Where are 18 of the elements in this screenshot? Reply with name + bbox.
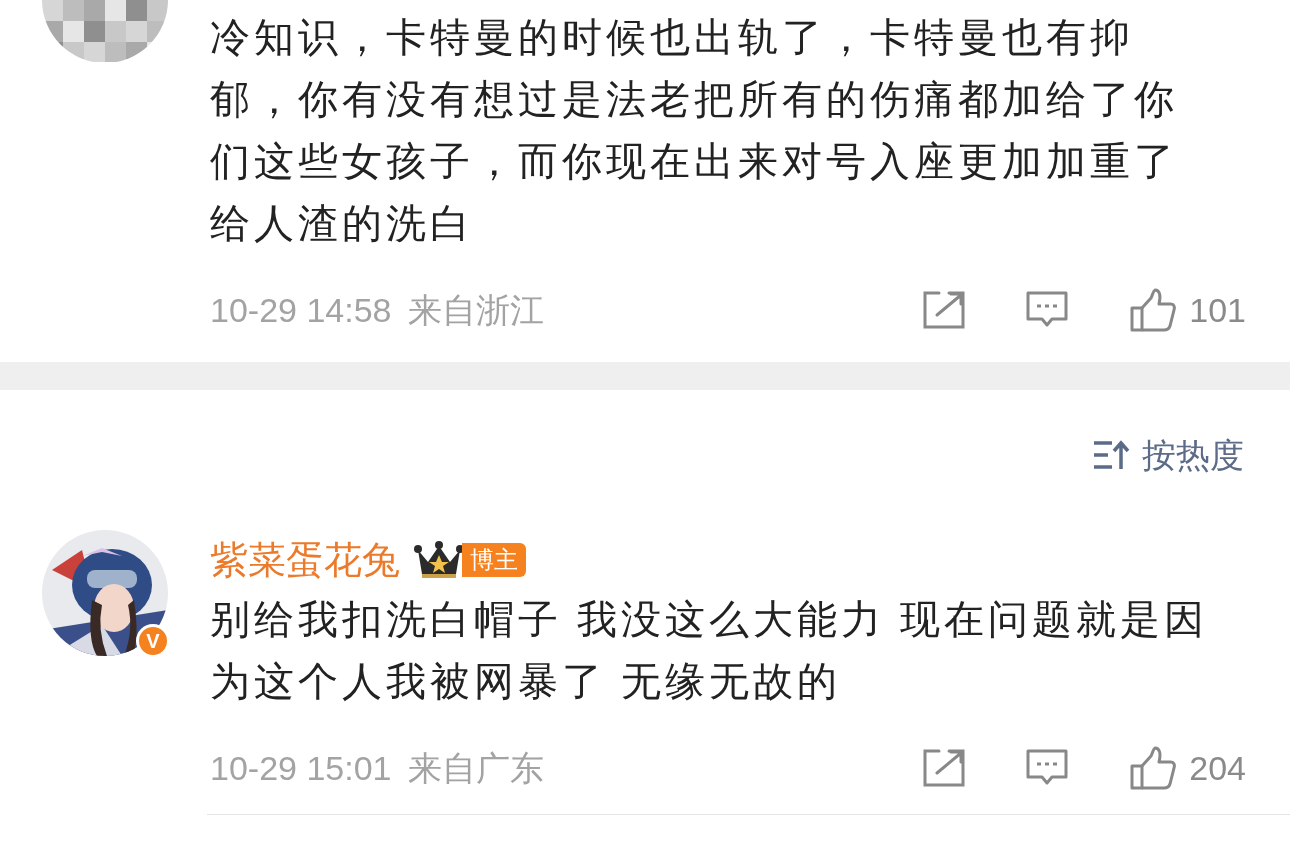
comment-text: 别给我扣洗白帽子 我没这么大能力 现在问题就是因为这个人我被网暴了 无缘无故的 xyxy=(210,596,1210,705)
comment-time: 10-29 15:01 xyxy=(210,747,392,789)
thumbs-up-icon[interactable] xyxy=(1129,288,1178,332)
blogger-badge: 博主 xyxy=(462,543,526,577)
like-count: 204 xyxy=(1189,747,1246,789)
like-count: 101 xyxy=(1189,289,1246,331)
sort-icon xyxy=(1092,439,1130,471)
thumbs-up-icon[interactable] xyxy=(1129,746,1178,790)
comment-location: 来自广东 xyxy=(407,747,544,789)
comment-location: 来自浙江 xyxy=(407,289,544,331)
share-icon[interactable] xyxy=(923,291,966,329)
share-icon[interactable] xyxy=(923,749,966,787)
verified-badge: V xyxy=(136,624,170,658)
crown-icon xyxy=(414,540,464,580)
sort-button[interactable]: 按热度 xyxy=(1092,429,1244,481)
comment-text: 冷知识，卡特曼的时候也出轨了，卡特曼也有抑郁，你有没有想过是法老把所有的伤痛都加给了你们这些女孩子，而你现在出来对号入座更加加重了给人渣的洗白 xyxy=(210,14,1179,247)
user-name[interactable]: 紫菜蛋花兔 xyxy=(210,531,400,589)
comment-time: 10-29 14:58 xyxy=(210,289,392,331)
